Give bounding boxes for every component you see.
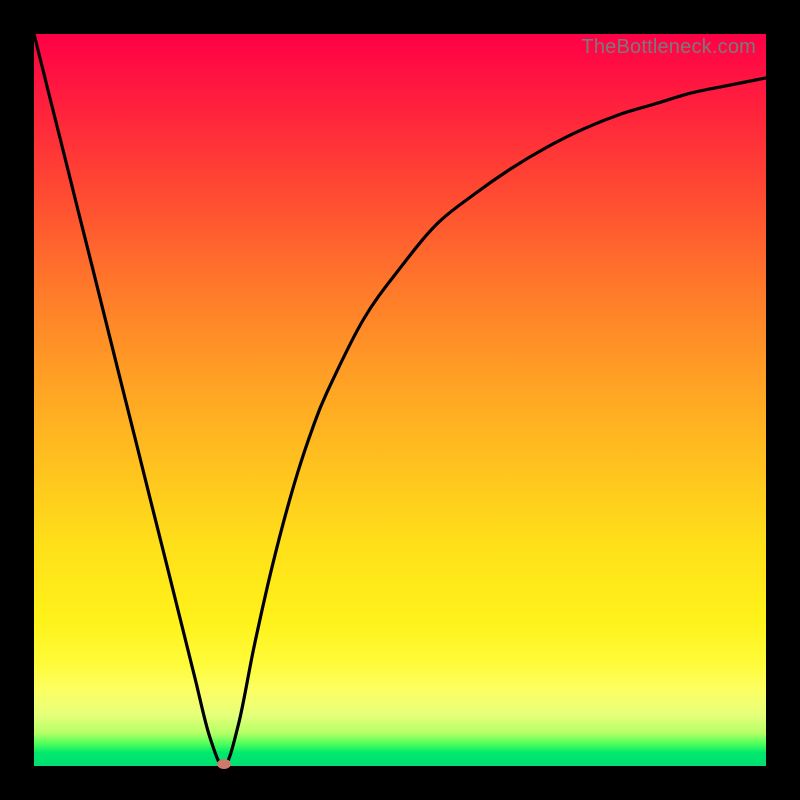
minimum-marker xyxy=(217,759,231,769)
plot-area: TheBottleneck.com xyxy=(34,34,766,766)
curve-path xyxy=(34,34,766,766)
chart-frame: TheBottleneck.com xyxy=(0,0,800,800)
bottleneck-curve xyxy=(34,34,766,766)
